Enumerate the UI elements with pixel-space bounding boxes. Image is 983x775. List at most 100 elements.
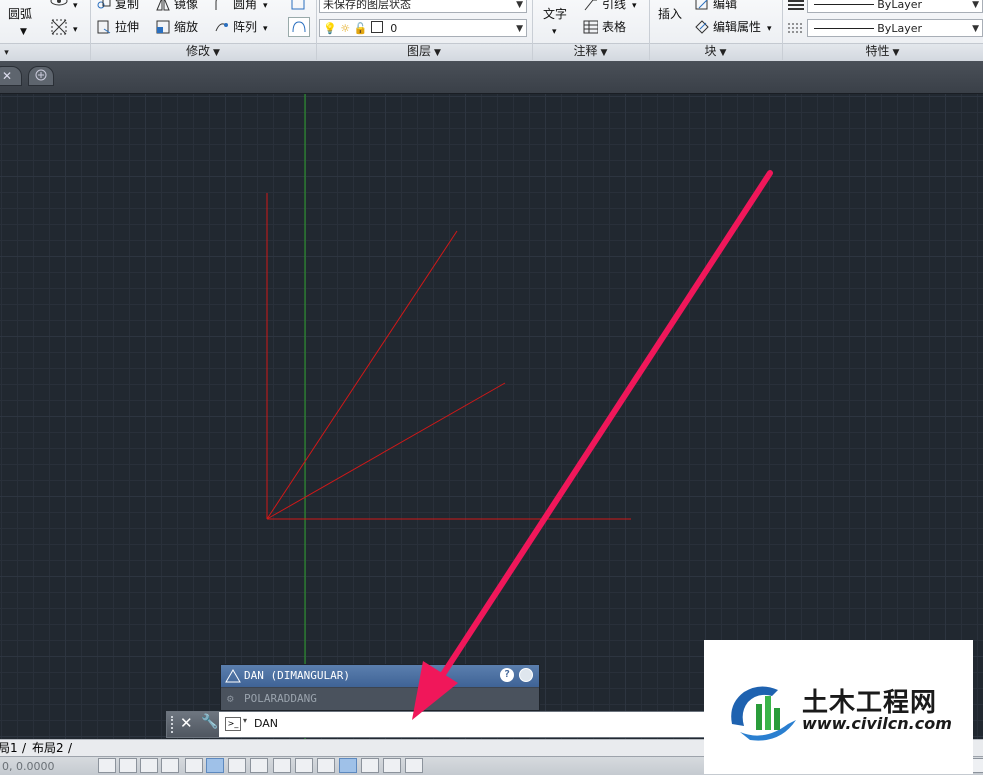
table-icon <box>583 20 598 34</box>
close-icon[interactable]: ✕ <box>180 714 193 732</box>
view-icon[interactable] <box>48 0 70 12</box>
grid-toggle[interactable] <box>140 758 158 773</box>
edit-block-button[interactable]: 编辑 <box>694 0 737 12</box>
stretch-button[interactable]: 拉伸 <box>96 19 139 35</box>
insert-label: 插入 <box>658 7 683 21</box>
layer-state-dropdown[interactable]: 未保存的图层状态 ▼ <box>319 0 527 13</box>
annotation-panel-title[interactable]: 注释 ▼ <box>532 43 649 60</box>
layer-state-value: 未保存的图层状态 <box>323 0 411 11</box>
mirror-icon <box>156 0 170 11</box>
array-label: 阵列 <box>233 20 258 34</box>
block-panel-title-text: 块 <box>704 44 717 58</box>
infer-constraints-toggle[interactable] <box>98 758 116 773</box>
otrack-toggle[interactable] <box>250 758 268 773</box>
grip-handle[interactable] <box>171 716 176 733</box>
angle-dimension-icon <box>225 669 241 683</box>
block-panel-title[interactable]: 块 ▼ <box>649 43 782 60</box>
3d-osnap-toggle[interactable] <box>228 758 246 773</box>
tab-layout2[interactable]: 布局2 <box>32 740 64 756</box>
dyn-toggle[interactable] <box>295 758 313 773</box>
command-line-grip: ✕ 🔧 <box>167 712 219 737</box>
modify-panel-title[interactable]: 修改 ▼ <box>90 43 316 60</box>
ortho-toggle[interactable] <box>161 758 179 773</box>
layers-panel-title-text: 图层 <box>407 44 432 58</box>
command-prompt-icon[interactable]: >_ <box>225 717 241 731</box>
statusbar-right-button[interactable] <box>972 758 983 773</box>
annotation-monitor-toggle[interactable] <box>405 758 423 773</box>
linetype-dropdown[interactable]: ByLayer ▼ <box>807 19 983 37</box>
arc-button[interactable]: 圆弧 <box>8 6 32 22</box>
lineweight-dropdown[interactable]: ByLayer ▼ <box>807 0 983 13</box>
stretch-label: 拉伸 <box>115 20 140 34</box>
arc-label: 圆弧 <box>8 7 33 21</box>
edit-attributes-button[interactable]: 编辑属性 ▾ <box>694 19 772 37</box>
mirror-button[interactable]: 镜像 <box>155 0 198 12</box>
command-history-arrow[interactable]: ▾ <box>243 716 247 725</box>
command-line[interactable]: ✕ 🔧 >_ ▾ DAN <box>166 711 706 738</box>
selection-cycling-toggle[interactable] <box>383 758 401 773</box>
annotation-panel-title-text: 注释 <box>573 44 598 58</box>
osnap-toggle[interactable] <box>206 758 224 773</box>
draw-more-arrow-2[interactable]: ▾ <box>73 22 78 38</box>
fillet-button[interactable]: 圆角 ▾ <box>214 0 268 14</box>
autocomplete-primary-label: DAN (DIMANGULAR) <box>244 669 350 682</box>
offset-icon[interactable] <box>288 17 310 41</box>
edit-attributes-label: 编辑属性 <box>713 20 762 34</box>
autocomplete-secondary-label: POLARADDANG <box>244 692 317 705</box>
plus-icon <box>35 69 47 81</box>
array-button[interactable]: 阵列 ▾ <box>214 19 268 37</box>
layers-panel-title[interactable]: 图层 ▼ <box>316 43 532 60</box>
edit-block-icon <box>695 0 708 10</box>
edit-block-label: 编辑 <box>713 0 738 11</box>
lineweight-toggle[interactable] <box>317 758 335 773</box>
stretch-icon <box>97 20 111 34</box>
linetype-icon[interactable] <box>787 21 805 39</box>
text-button[interactable]: 文字 <box>543 6 567 22</box>
array-icon <box>215 23 228 32</box>
properties-panel-title[interactable]: 特性 ▼ <box>782 43 983 60</box>
lineweight-icon[interactable] <box>787 0 805 16</box>
autocomplete-item-polaraddang[interactable]: ⚙ POLARADDANG <box>221 688 539 710</box>
draw-panel-title-arrow[interactable]: ▾ <box>0 43 10 60</box>
copy-label: 复制 <box>115 0 140 11</box>
polar-toggle[interactable] <box>185 758 203 773</box>
color-swatch <box>370 21 383 33</box>
arc-dropdown-arrow[interactable]: ▼ <box>20 24 27 40</box>
text-label: 文字 <box>543 7 568 21</box>
web-search-icon[interactable] <box>519 668 533 682</box>
tab-layout1[interactable]: 局1 <box>0 740 18 756</box>
watermark: 土木工程网 www.civilcn.com <box>704 640 973 774</box>
leader-button[interactable]: 引线 ▾ <box>583 0 637 14</box>
document-tab-strip <box>0 61 983 94</box>
scale-icon <box>156 20 170 34</box>
layer-dropdown[interactable]: 💡 ☼ 🔓 0 ▼ <box>319 19 527 37</box>
ducs-toggle[interactable] <box>273 758 291 773</box>
help-icon[interactable]: ? <box>500 668 514 682</box>
wrench-icon[interactable]: 🔧 <box>201 714 218 730</box>
transparency-toggle[interactable] <box>339 758 357 773</box>
hatch-icon[interactable] <box>50 18 68 40</box>
table-button[interactable]: 表格 <box>583 19 626 35</box>
lock-icon: 🔓 <box>353 22 368 35</box>
leader-label: 引线 <box>602 0 627 11</box>
fillet-label: 圆角 <box>233 0 258 11</box>
snap-toggle[interactable] <box>119 758 137 773</box>
document-tab-close[interactable]: ✕ <box>0 66 22 86</box>
insert-button[interactable]: 插入 <box>658 6 682 22</box>
draw-more-arrow-1[interactable]: ▾ <box>73 0 78 14</box>
edit-attributes-icon <box>695 20 709 34</box>
text-dropdown-arrow[interactable]: ▾ <box>552 24 557 40</box>
new-tab-button[interactable] <box>28 66 54 86</box>
leader-icon <box>584 0 597 11</box>
copy-icon <box>97 0 111 9</box>
fillet-icon <box>215 0 217 10</box>
scale-label: 缩放 <box>174 20 199 34</box>
autocomplete-item-dimangular[interactable]: DAN (DIMANGULAR) ? <box>221 665 539 687</box>
command-autocomplete: DAN (DIMANGULAR) ? ⚙ POLARADDANG <box>220 664 540 711</box>
modify-extra-icon[interactable] <box>290 0 306 16</box>
quick-properties-toggle[interactable] <box>361 758 379 773</box>
current-layer-name: 0 <box>390 22 398 35</box>
copy-button[interactable]: 复制 <box>96 0 139 12</box>
watermark-url: www.civilcn.com <box>802 714 952 733</box>
scale-button[interactable]: 缩放 <box>155 19 198 35</box>
